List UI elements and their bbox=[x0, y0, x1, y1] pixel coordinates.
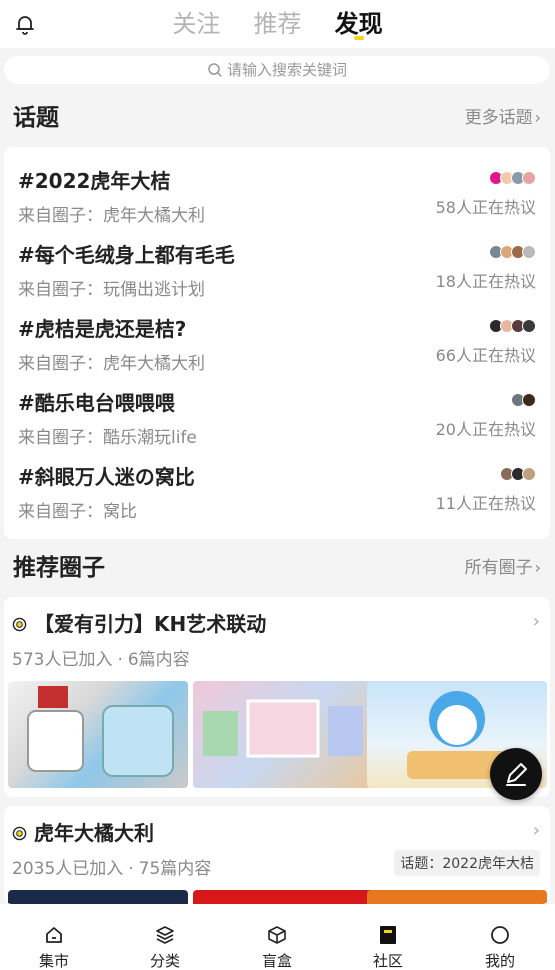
tab-follow[interactable]: 关注 bbox=[172, 6, 220, 42]
chevron-right-icon: › bbox=[534, 108, 541, 127]
search-placeholder: 请输入搜索关键词 bbox=[226, 61, 347, 79]
search-input[interactable]: 请输入搜索关键词 bbox=[4, 56, 550, 84]
circle-members: 2035人已加入 bbox=[12, 859, 124, 879]
avatar bbox=[522, 245, 536, 259]
avatar-stack bbox=[511, 393, 536, 407]
topic-discussion-count: 20人正在热议 bbox=[435, 420, 536, 439]
topic-discussion-count: 66人正在热议 bbox=[435, 346, 536, 365]
circle-posts: 6篇内容 bbox=[127, 650, 190, 670]
circle-card[interactable]: 虎年大橘大利 › 2035人已加入 · 75篇内容 话题：2022虎年大桔 bbox=[4, 806, 550, 904]
separator: · bbox=[117, 650, 123, 670]
topic-item[interactable]: #斜眼万人迷の窝比 来自圈子：窝比 11人正在热议 bbox=[4, 443, 550, 522]
avatar-stack bbox=[500, 467, 536, 481]
avatar-stack bbox=[489, 245, 536, 259]
circle-members: 573人已加入 bbox=[12, 650, 113, 670]
circle-title: 【爱有引力】KH艺术联动 bbox=[34, 612, 267, 636]
topic-discussion-count: 18人正在热议 bbox=[435, 272, 536, 291]
avatar bbox=[522, 467, 536, 481]
tab-bar: 关注 推荐 发现 bbox=[0, 6, 555, 42]
section-title-circles: 推荐圈子 bbox=[13, 555, 105, 581]
topics-section-header: 话题 更多话题 › bbox=[0, 98, 555, 138]
topic-item[interactable]: #虎桔是虎还是桔? 来自圈子：虎年大橘大利 66人正在热议 bbox=[4, 295, 550, 374]
circle-title: 虎年大橘大利 bbox=[34, 821, 154, 845]
chevron-right-icon: › bbox=[532, 820, 540, 841]
topic-list: #2022虎年大桔 来自圈子：虎年大橘大利 58人正在热议 #每个毛绒身上都有毛… bbox=[4, 147, 550, 539]
all-circles-link[interactable]: 所有圈子 › bbox=[465, 548, 541, 588]
circle-stats: 2035人已加入 · 75篇内容 bbox=[12, 854, 211, 879]
circle-badge-icon bbox=[12, 826, 27, 841]
circle-thumbnail[interactable] bbox=[8, 890, 188, 904]
tab-recommend[interactable]: 推荐 bbox=[254, 6, 302, 42]
topic-discussion-count: 58人正在热议 bbox=[435, 198, 536, 217]
avatar-stack bbox=[489, 171, 536, 185]
avatar bbox=[522, 393, 536, 407]
circle-card[interactable]: 【爱有引力】KH艺术联动 › 573人已加入 · 6篇内容 bbox=[4, 597, 550, 797]
bottom-nav: 集市 分类 盲盒 社区 我的 bbox=[0, 904, 555, 970]
tab-discover[interactable]: 发现 bbox=[335, 6, 383, 42]
top-bar: 关注 推荐 发现 bbox=[0, 0, 555, 48]
topic-title: #斜眼万人迷の窝比 bbox=[18, 465, 195, 489]
all-circles-label: 所有圈子 bbox=[464, 558, 533, 578]
layers-icon bbox=[156, 926, 174, 944]
circle-thumbnail[interactable] bbox=[193, 681, 373, 788]
circle-topic-tag[interactable]: 话题：2022虎年大桔 bbox=[394, 850, 540, 876]
avatar bbox=[522, 319, 536, 333]
topic-discussion-count: 11人正在热议 bbox=[435, 494, 536, 513]
profile-icon bbox=[491, 926, 509, 944]
compose-button[interactable] bbox=[490, 748, 542, 800]
chevron-right-icon: › bbox=[532, 611, 540, 632]
circle-posts: 75篇内容 bbox=[138, 859, 212, 879]
circle-thumbnail[interactable] bbox=[193, 890, 373, 904]
avatar-stack bbox=[489, 319, 536, 333]
nav-item-community[interactable]: 社区 bbox=[348, 924, 428, 970]
topic-item[interactable]: #酷乐电台喂喂喂 来自圈子：酷乐潮玩life 20人正在热议 bbox=[4, 369, 550, 448]
pencil-icon bbox=[506, 763, 527, 786]
avatar bbox=[522, 171, 536, 185]
search-icon bbox=[208, 63, 222, 77]
nav-label: 我的 bbox=[484, 952, 515, 970]
more-topics-link[interactable]: 更多话题 › bbox=[465, 98, 541, 138]
box-icon bbox=[268, 926, 286, 944]
topic-title: #酷乐电台喂喂喂 bbox=[18, 391, 175, 415]
circles-section-header: 推荐圈子 所有圈子 › bbox=[0, 548, 555, 588]
topic-title: #虎桔是虎还是桔? bbox=[18, 317, 187, 341]
section-title-topics: 话题 bbox=[13, 105, 59, 131]
home-icon bbox=[46, 927, 62, 943]
topic-source: 来自圈子：窝比 bbox=[18, 502, 137, 522]
topic-item[interactable]: #每个毛绒身上都有毛毛 来自圈子：玩偶出逃计划 18人正在热议 bbox=[4, 221, 550, 300]
nav-item-profile[interactable]: 我的 bbox=[460, 924, 540, 970]
chevron-right-icon: › bbox=[534, 558, 541, 577]
circle-thumbnail[interactable] bbox=[8, 681, 188, 788]
nav-item-category[interactable]: 分类 bbox=[125, 924, 205, 970]
circle-thumbnail[interactable] bbox=[367, 890, 547, 904]
separator: · bbox=[128, 859, 134, 879]
topic-title: #每个毛绒身上都有毛毛 bbox=[18, 243, 235, 267]
nav-label: 社区 bbox=[372, 952, 403, 970]
circle-badge-icon bbox=[12, 617, 27, 632]
topic-title: #2022虎年大桔 bbox=[18, 169, 171, 193]
nav-label: 盲盒 bbox=[261, 952, 292, 970]
nav-label: 分类 bbox=[149, 952, 180, 970]
nav-label: 集市 bbox=[38, 952, 69, 970]
nav-item-market[interactable]: 集市 bbox=[14, 924, 94, 970]
nav-item-blindbox[interactable]: 盲盒 bbox=[237, 924, 317, 970]
more-topics-label: 更多话题 bbox=[464, 108, 533, 128]
community-icon bbox=[380, 926, 396, 944]
topic-item[interactable]: #2022虎年大桔 来自圈子：虎年大橘大利 58人正在热议 bbox=[4, 147, 550, 226]
circle-stats: 573人已加入 · 6篇内容 bbox=[12, 645, 190, 670]
